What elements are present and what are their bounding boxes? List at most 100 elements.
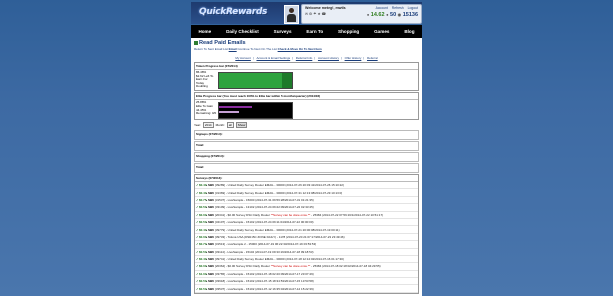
survey-description: [31537] - LiveSample - 15000 (2014-07-31…	[215, 198, 314, 202]
survey-sb: SB6	[206, 272, 215, 276]
elite-progress-label: Remaining: 0/0	[196, 111, 217, 116]
survey-description-text: [39741] - United Daily Survey Router EMA…	[215, 257, 344, 262]
sb-balance: 50	[390, 12, 397, 18]
survey-description-text: [39733] - Toluna USA (DSR-BC ZONE DAILY)…	[215, 234, 345, 239]
surveys-title: Surveys (07/2014):	[195, 175, 418, 182]
survey-description: [33109] - LiveSample - 13102 (2014-07-24…	[215, 205, 314, 209]
table-row[interactable]: $0.50SB6[33114] - LiveSample - 15102 (20…	[195, 249, 418, 256]
points-balance: 14.62	[370, 12, 385, 18]
survey-sb: SB6	[206, 198, 215, 202]
survey-sb: SB6	[206, 191, 215, 195]
survey-sb: SB6	[206, 250, 215, 254]
survey-sb: SB6	[206, 257, 215, 261]
subnav-referral-info[interactable]: Referral Info	[296, 56, 313, 60]
survey-sb: SB6	[206, 205, 215, 209]
survey-amount: $0.00	[196, 235, 207, 239]
table-row[interactable]: $0.40SB6[39741] - United Daily Survey Ro…	[195, 256, 418, 264]
quick-icons[interactable]: ✉ ⚙ ☂ ★ ☎	[305, 12, 326, 16]
survey-sb: SB6	[206, 213, 215, 217]
survey-amount: $0.50	[196, 250, 207, 254]
survey-description-text: [33765] - LiveSample - 15102 (2014-07-18…	[215, 271, 314, 276]
survey-description: [31513] - LiveSample 2 - 15000 (2014-07-…	[215, 242, 316, 246]
table-row[interactable]: $0.00SB6[20364] - $0.00 Survey DSC Daily…	[195, 263, 418, 271]
elite-progress-box: Elite Progress bar (You must reach 100% …	[194, 92, 419, 120]
elite-progress-fill-bottom	[219, 111, 240, 113]
subnav-account-history[interactable]: Account History	[318, 56, 339, 60]
survey-amount: $0.50	[196, 205, 207, 209]
main-content: Read Paid Emails Return To Sent Email Li…	[191, 38, 422, 296]
table-row[interactable]: $0.50SB6[34107] - LiveSample - 15102 (20…	[195, 219, 418, 227]
table-row[interactable]: $0.50SB6[33109] - LiveSample - 13102 (20…	[195, 204, 418, 212]
page-container: QuickRewards Welcome meteg!, mwtls Accou…	[191, 2, 422, 296]
survey-sb: SB6	[206, 228, 215, 232]
survey-amount: $0.00	[196, 213, 207, 217]
sb-icon: ●	[386, 12, 389, 17]
total-balance: 15136	[402, 12, 418, 18]
welcome-text: Welcome meteg!, mwtls	[305, 6, 346, 10]
skip-link[interactable]: Check & Move On To Next Item	[278, 47, 322, 51]
nav-earn-to[interactable]: Earn To	[306, 29, 323, 34]
return-list-link[interactable]: Return To Sent Email List	[194, 47, 228, 51]
survey-sb: SB6	[206, 235, 215, 239]
survey-amount: $0.00	[196, 264, 207, 268]
survey-sb: SB6	[206, 183, 215, 187]
user-panel: Welcome meteg!, mwtls Account Refresh Lo…	[301, 4, 422, 24]
subnav-offer-history[interactable]: Offer History	[345, 56, 362, 60]
elite-progress-fill-top	[219, 106, 252, 108]
survey-amount: $0.40	[196, 228, 207, 232]
year-select[interactable]: 2014	[202, 122, 214, 128]
shopping-total: Total:	[194, 163, 419, 173]
survey-description: [33537] - LiveSample - 15102 (2014-07-12…	[215, 287, 314, 291]
show-button[interactable]: Show	[235, 122, 248, 128]
nav-games[interactable]: Games	[374, 29, 389, 34]
survey-description-text: [33114] - LiveSample - 15102 (2014-07-19…	[215, 249, 314, 254]
survey-description: [39779] - United Daily Survey Router EMA…	[215, 228, 340, 232]
subnav-my-account[interactable]: My Account	[235, 56, 251, 60]
table-row[interactable]: $0.00SB6[20341] - $0.00 Survey DSC Daily…	[195, 212, 418, 219]
survey-sb: SB6	[206, 242, 215, 246]
nav-shopping[interactable]: Shopping	[338, 29, 359, 34]
survey-warning: **Survey can be done once.**	[270, 212, 311, 217]
shopping-summary: Shopping (07/2014):	[194, 152, 419, 162]
table-row[interactable]: $0.00SB6[39733] - Toluna USA (DSR-BC ZON…	[195, 234, 418, 242]
survey-description: [20364] - $0.00 Survey DSC Daily Router …	[215, 264, 381, 268]
nav-daily-checklist[interactable]: Daily Checklist	[226, 29, 259, 34]
survey-rows: $0.40SB6[39289] - United Daily Survey Ro…	[195, 182, 418, 293]
date-filter: Year: 2014 Month: all Show	[194, 122, 419, 128]
nav-surveys[interactable]: Surveys	[274, 29, 292, 34]
table-row[interactable]: $0.50SB6[33537] - LiveSample - 15102 (20…	[195, 285, 418, 293]
refresh-link[interactable]: Refresh	[392, 6, 404, 10]
subnav-settings[interactable]: Account & Email Settings	[256, 56, 290, 60]
nav-blog[interactable]: Blog	[404, 29, 414, 34]
survey-description-text: [33918] - LiveSample - 15102 (2014-07-15…	[215, 279, 314, 284]
table-row[interactable]: $0.40SB6[31369] - United Daily Survey Ro…	[195, 189, 418, 197]
survey-sb: SB6	[206, 220, 215, 224]
surveys-table: Surveys (07/2014): $0.40SB6[39289] - Uni…	[194, 174, 419, 294]
account-link[interactable]: Account	[376, 6, 388, 10]
month-select[interactable]: all	[226, 122, 234, 128]
avatar-body	[287, 14, 296, 22]
table-row[interactable]: $0.50SB6[33918] - LiveSample - 15102 (20…	[195, 278, 418, 286]
table-row[interactable]: $1.00SB6[33765] - LiveSample - 15102 (20…	[195, 271, 418, 279]
nav-home[interactable]: Home	[198, 29, 211, 34]
token-progress-title: Token Progress bar (07/2014)	[195, 63, 418, 70]
avatar[interactable]	[284, 5, 299, 24]
table-row[interactable]: $0.75SB6[31537] - LiveSample - 15000 (20…	[195, 197, 418, 205]
continue-link[interactable]: Continue To Next On The List	[238, 47, 277, 51]
table-row[interactable]: $0.40SB6[39779] - United Daily Survey Ro…	[195, 226, 418, 234]
return-email-link[interactable]: Email	[229, 47, 237, 51]
balance-stats: ● 14.62 ● 50 ◉ 15136	[367, 12, 418, 18]
return-links: Return To Sent Email List Email Continue…	[194, 47, 419, 51]
survey-description-text: [20341] - $0.00 Survey DSC Daily Router	[215, 212, 271, 217]
main-nav: Home Daily Checklist Surveys Earn To Sho…	[191, 25, 422, 38]
logout-link[interactable]: Logout	[408, 6, 418, 10]
table-row[interactable]: $0.70SB6[31513] - LiveSample 2 - 15000 (…	[195, 241, 418, 249]
survey-description-text: [33109] - LiveSample - 13102 (2014-07-24…	[215, 205, 314, 210]
site-logo[interactable]: QuickRewards	[199, 7, 267, 17]
token-progress-bar	[218, 72, 293, 89]
survey-description-text: [31513] - LiveSample 2 - 15000 (2014-07-…	[215, 242, 317, 247]
survey-description-tail: - 25384 (2014-07-22 07:59:16/1/2014-07-2…	[310, 212, 384, 217]
subnav-referral[interactable]: Referral	[367, 56, 378, 60]
table-row[interactable]: $0.40SB6[39289] - United Daily Survey Ro…	[195, 182, 418, 190]
survey-description-text: [31369] - United Daily Survey Router EMA…	[215, 190, 343, 195]
